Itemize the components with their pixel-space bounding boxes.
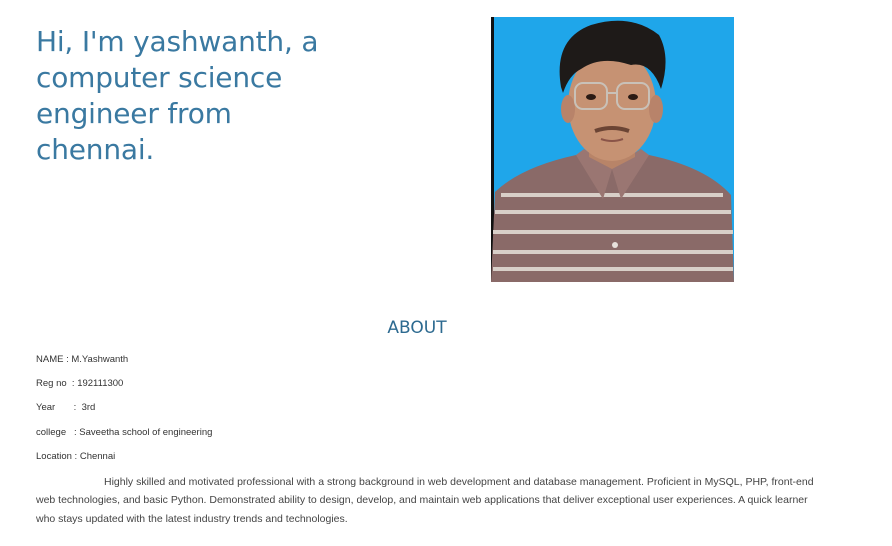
bio-paragraph: Highly skilled and motivated professiona… xyxy=(36,476,814,525)
profile-photo xyxy=(491,17,734,282)
hero-greeting: Hi, I'm yashwanth, a computer science en… xyxy=(36,25,319,166)
regno-row: Reg no : 192111300 xyxy=(36,378,124,389)
about-heading: ABOUT xyxy=(387,318,447,338)
college-row: college : Saveetha school of engineering xyxy=(36,427,213,438)
location-row: Location : Chennai xyxy=(36,451,116,462)
year-row: Year : 3rd xyxy=(36,402,96,413)
name-row: NAME : M.Yashwanth xyxy=(36,354,129,365)
